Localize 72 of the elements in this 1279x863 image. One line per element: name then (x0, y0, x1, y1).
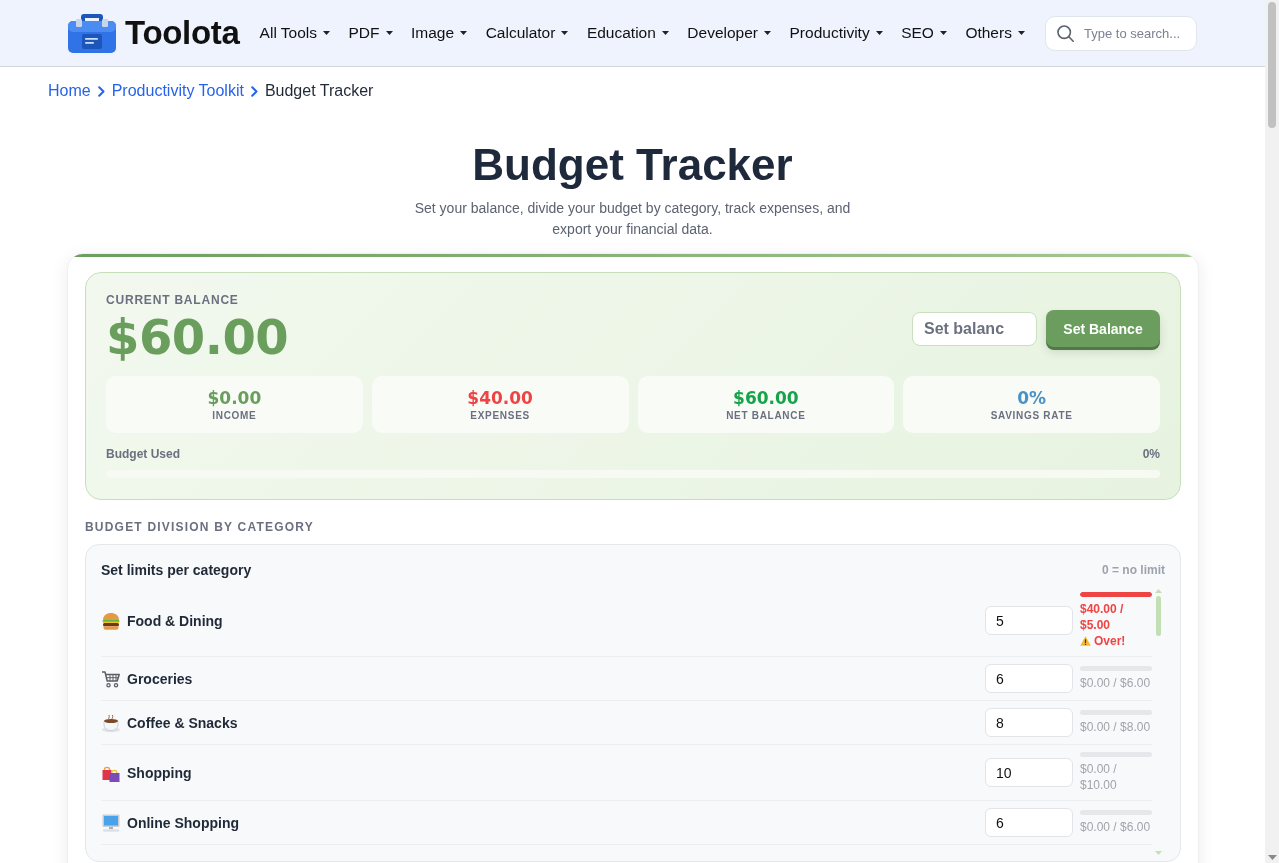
stat-label: SAVINGS RATE (990, 409, 1073, 422)
caret-down-icon (939, 31, 947, 35)
stat-label: NET BALANCE (726, 409, 806, 422)
nav-menu[interactable]: Developer (687, 24, 771, 42)
category-name: Online Shopping (127, 814, 239, 831)
progress-percent: 0% (1142, 447, 1160, 461)
progress-label: Budget Used (106, 447, 180, 461)
scrollbar-thumb[interactable] (1268, 2, 1276, 128)
hint-text: 0 = no limit (1102, 563, 1165, 577)
limit-input[interactable]: 5 (985, 606, 1073, 635)
category-name: Shopping (127, 764, 192, 781)
caret-down-icon (1017, 31, 1025, 35)
balance-label: CURRENT BALANCE (106, 293, 240, 307)
usage-text: $40.00 / $5.00 (1080, 601, 1125, 633)
section-title: BUDGET DIVISION BY CATEGORY (85, 520, 315, 534)
usage-text: $0.00 / $8.00 (1080, 720, 1151, 734)
caret-down-icon (561, 31, 569, 35)
cart-icon (101, 668, 121, 689)
over-label: Over! (1094, 633, 1126, 649)
page-scrollbar[interactable] (1265, 0, 1279, 863)
limit-input[interactable]: 6 (985, 664, 1073, 693)
breadcrumb-current: Budget Tracker (264, 82, 374, 100)
scrollbar-thumb[interactable] (1156, 596, 1161, 636)
stat-label: EXPENSES (470, 409, 530, 422)
breadcrumb-link[interactable]: Productivity Toolkit (111, 82, 244, 100)
warning-icon (1080, 636, 1091, 646)
category-name: Coffee & Snacks (127, 714, 238, 731)
usage-text: $0.00 / $6.00 (1080, 676, 1151, 690)
nav-menu[interactable]: SEO (901, 24, 947, 42)
limit-input[interactable]: 6 (985, 808, 1073, 837)
caret-down-icon (875, 31, 883, 35)
nav-menu[interactable]: Image (411, 24, 468, 42)
stat-value: $0.00 (207, 387, 262, 408)
toolbox-icon (68, 13, 116, 53)
nav-menu[interactable]: PDF (348, 24, 393, 42)
burger-icon (101, 610, 121, 631)
balance-input[interactable]: Set balanc (912, 311, 1037, 346)
computer-monitor-icon (101, 812, 121, 833)
logo-text[interactable]: Toolota (125, 14, 240, 52)
search-field[interactable]: Type to search... (1045, 15, 1197, 51)
stat-value: 0% (1017, 387, 1047, 408)
nav-menu[interactable]: All Tools (259, 24, 331, 42)
caret-down-icon (661, 31, 669, 35)
panel-heading: Set limits per category (101, 562, 252, 578)
nav-menu[interactable]: Others (965, 24, 1025, 42)
limit-input[interactable]: 10 (985, 758, 1073, 787)
search-icon (1057, 24, 1074, 42)
scroll-down-arrow-icon[interactable] (1155, 851, 1162, 855)
nav-menu[interactable]: Productivity (789, 24, 883, 42)
breadcrumb-link[interactable]: Home (48, 82, 91, 100)
nav-menu[interactable]: Calculator (485, 24, 569, 42)
category-name: Food & Dining (127, 612, 223, 629)
caret-down-icon (764, 31, 771, 35)
limit-input[interactable]: 8 (985, 708, 1073, 737)
caret-down-icon (385, 31, 393, 35)
chevron-right-icon (250, 85, 258, 97)
nav-menu[interactable]: Education (586, 24, 669, 42)
page-title: Budget Tracker (471, 139, 794, 191)
scroll-up-arrow-icon[interactable] (1155, 589, 1162, 593)
stat-value: $60.00 (733, 387, 799, 408)
balance-amount: $60.00 (106, 311, 289, 364)
stat-value: $40.00 (467, 387, 533, 408)
stat-label: INCOME (212, 409, 257, 422)
category-name: Groceries (127, 670, 193, 687)
usage-text: $0.00 / $6.00 (1080, 820, 1151, 834)
chevron-right-icon (97, 85, 105, 97)
scroll-down-arrow-icon[interactable] (1267, 855, 1277, 860)
page-subtitle: Set your balance, divide your budget by category, track expenses, and export your financial data. (413, 199, 852, 239)
caret-down-icon (460, 31, 468, 35)
caret-down-icon (323, 31, 331, 35)
coffee-cup-icon (101, 712, 121, 733)
usage-text: $0.00 / $10.00 (1080, 762, 1117, 792)
